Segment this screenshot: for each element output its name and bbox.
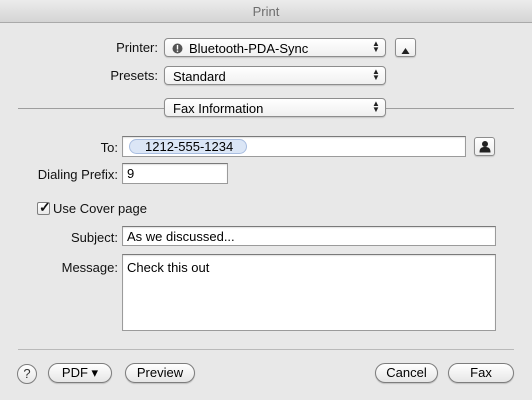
help-button[interactable]: ? bbox=[17, 364, 37, 384]
separator-right bbox=[386, 108, 514, 109]
pdf-button[interactable]: PDF ▾ bbox=[48, 363, 112, 383]
message-value: Check this out bbox=[127, 260, 210, 275]
preview-button[interactable]: Preview bbox=[125, 363, 195, 383]
person-icon bbox=[479, 140, 491, 156]
separator-left bbox=[18, 108, 164, 109]
message-field[interactable]: Check this out bbox=[122, 254, 496, 331]
triangle-up-icon bbox=[401, 43, 410, 58]
subject-value: As we discussed... bbox=[127, 229, 235, 244]
message-label: Message: bbox=[61, 260, 118, 275]
to-field[interactable]: 1212-555-1234 bbox=[122, 136, 466, 157]
print-dialog: Print Printer: Bluetooth-PDA-Sync ▲ ▼ Pre… bbox=[0, 0, 532, 400]
footer-separator bbox=[18, 349, 514, 350]
window-title: Print bbox=[252, 4, 280, 19]
subject-label: Subject: bbox=[71, 230, 118, 245]
updown-arrows-icon: ▲ ▼ bbox=[372, 39, 380, 54]
subject-field[interactable]: As we discussed... bbox=[122, 226, 496, 246]
fax-button[interactable]: Fax bbox=[448, 363, 514, 383]
dialing-prefix-value: 9 bbox=[127, 166, 135, 181]
presets-popup[interactable]: Standard ▲ ▼ bbox=[164, 66, 386, 85]
presets-label: Presets: bbox=[110, 68, 158, 83]
cover-page-checkbox[interactable]: ✓ bbox=[37, 199, 51, 215]
collapse-details-button[interactable] bbox=[395, 38, 416, 57]
section-value: Fax Information bbox=[173, 101, 264, 116]
recipient-token[interactable]: 1212-555-1234 bbox=[129, 139, 248, 154]
presets-value: Standard bbox=[173, 69, 226, 84]
dialing-prefix-label: Dialing Prefix: bbox=[37, 167, 118, 182]
printer-value: Bluetooth-PDA-Sync bbox=[189, 41, 309, 56]
updown-arrows-icon: ▲ ▼ bbox=[372, 99, 380, 114]
cancel-button[interactable]: Cancel bbox=[375, 363, 438, 383]
alert-circle-icon bbox=[172, 42, 183, 57]
address-book-button[interactable] bbox=[474, 137, 495, 156]
printer-label: Printer: bbox=[116, 40, 158, 55]
checkmark-icon: ✓ bbox=[39, 199, 51, 215]
updown-arrows-icon: ▲ ▼ bbox=[372, 67, 380, 82]
printer-popup[interactable]: Bluetooth-PDA-Sync ▲ ▼ bbox=[164, 38, 386, 57]
section-popup[interactable]: Fax Information ▲ ▼ bbox=[164, 98, 386, 117]
cover-page-label[interactable]: Use Cover page bbox=[53, 201, 147, 216]
dialing-prefix-field[interactable]: 9 bbox=[122, 163, 228, 184]
title-bar: Print bbox=[0, 0, 532, 23]
to-label: To: bbox=[100, 140, 118, 155]
